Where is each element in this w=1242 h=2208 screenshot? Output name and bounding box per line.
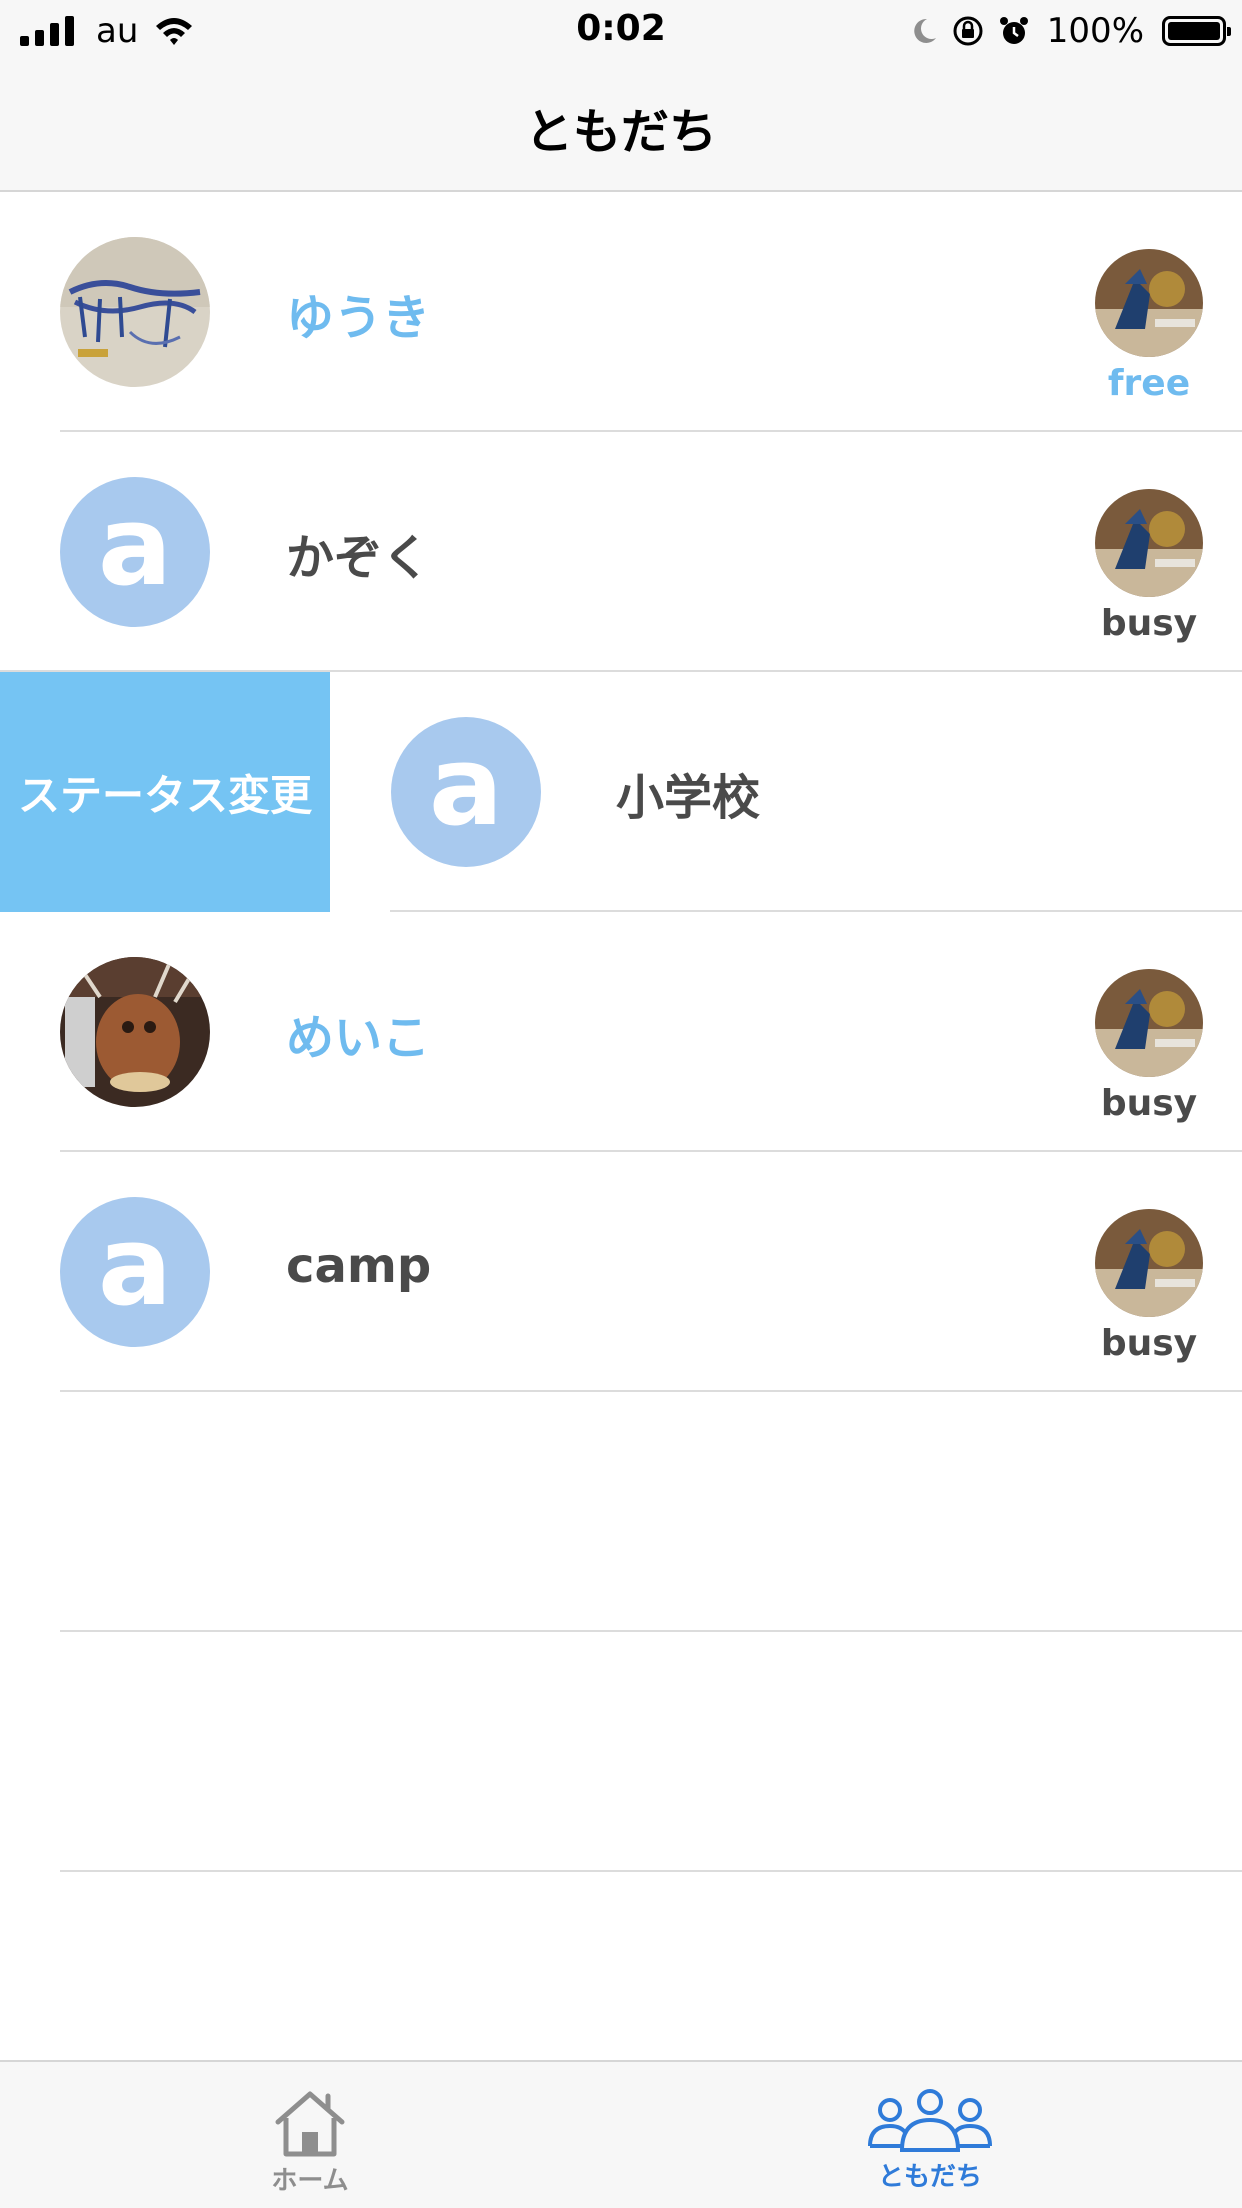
friend-avatar-placeholder: a	[391, 717, 541, 867]
people-icon	[868, 2089, 992, 2152]
change-status-button[interactable]: ステータス変更	[0, 672, 330, 912]
status-image	[1095, 489, 1203, 597]
friend-avatar-placeholder: a	[60, 1197, 210, 1347]
status-label: busy	[1100, 603, 1198, 644]
tab-home-label: ホーム	[271, 2166, 349, 2196]
status-bar-right: 100%	[909, 11, 1231, 51]
friend-name: かぞく	[286, 530, 431, 586]
status-image	[1095, 1209, 1203, 1317]
tab-friends[interactable]: ともだち	[830, 2062, 1030, 2208]
tab-bar: ホーム ともだち	[0, 2060, 1242, 2208]
status-label: busy	[1100, 1323, 1198, 1364]
friend-status[interactable]: busy	[1094, 489, 1204, 644]
friend-row-shougakkou[interactable]: ステータス変更 a 小学校	[0, 672, 1242, 912]
friend-row-kazoku[interactable]: a かぞく busy	[0, 432, 1242, 672]
page-title: ともだち	[524, 104, 717, 160]
status-image	[1095, 249, 1203, 357]
alarm-icon	[999, 17, 1028, 44]
friend-status[interactable]: busy	[1094, 1209, 1204, 1364]
battery-icon	[1162, 16, 1231, 46]
friend-name: camp	[286, 1238, 432, 1294]
friend-avatar-placeholder: a	[60, 477, 210, 627]
friend-name: ゆうき	[286, 290, 431, 346]
friend-row-yuuki[interactable]: ゆうき free	[0, 192, 1242, 432]
status-image	[1095, 969, 1203, 1077]
do-not-disturb-moon-icon	[914, 18, 936, 43]
friend-avatar-photo	[60, 237, 210, 387]
orientation-lock-icon	[953, 16, 983, 46]
tab-friends-label: ともだち	[877, 2162, 982, 2192]
row-separator	[60, 1390, 1242, 1392]
friend-status[interactable]: busy	[1094, 969, 1204, 1124]
status-label: free	[1107, 363, 1191, 404]
friend-name: めいこ	[286, 1010, 431, 1066]
friend-status[interactable]: free	[1094, 249, 1204, 404]
house-icon	[275, 2091, 345, 2157]
friend-row-meiko[interactable]: めいこ busy	[0, 912, 1242, 1152]
friend-name: 小学校	[616, 770, 761, 826]
navigation-bar: ともだち	[0, 62, 1242, 192]
battery-percentage: 100%	[1046, 11, 1144, 51]
status-label: busy	[1100, 1083, 1198, 1124]
tab-home[interactable]: ホーム	[210, 2062, 410, 2208]
status-bar: au 0:02 100%	[0, 0, 1242, 62]
row-separator	[60, 1870, 1242, 1872]
friend-avatar-photo	[60, 957, 210, 1107]
friend-row-camp[interactable]: a camp busy	[0, 1152, 1242, 1392]
row-separator	[60, 1630, 1242, 1632]
